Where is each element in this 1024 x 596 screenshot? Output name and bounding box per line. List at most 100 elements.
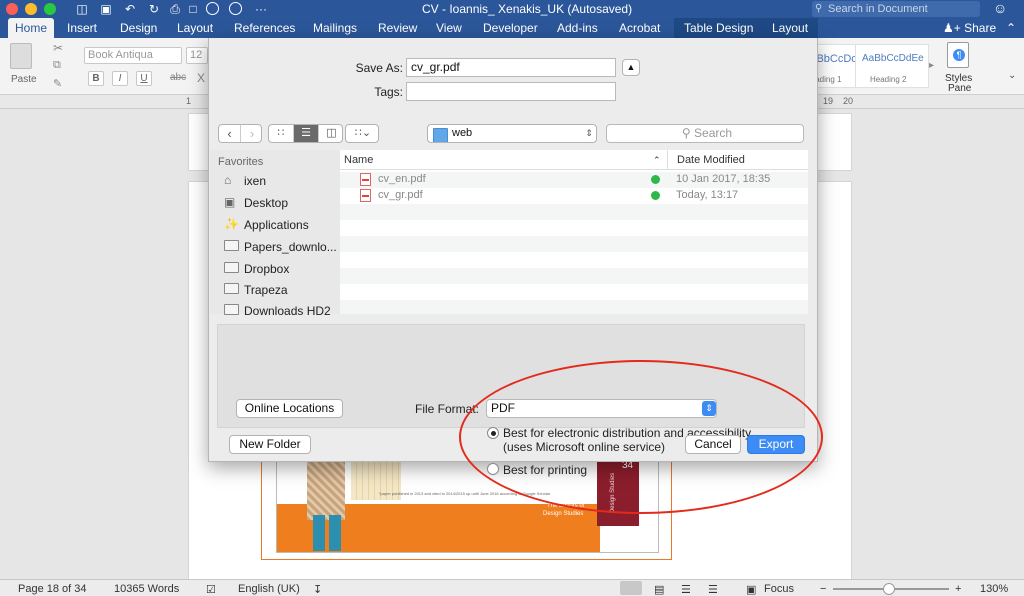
sidebar-toggle-icon[interactable]: ◫ bbox=[75, 2, 89, 16]
close-window-icon[interactable] bbox=[6, 3, 18, 15]
home-icon: ⌂ bbox=[224, 173, 232, 187]
sidebar-item-label: Applications bbox=[244, 218, 309, 232]
nav-back-forward: ‹ › bbox=[218, 124, 262, 143]
bold-button[interactable]: B bbox=[88, 71, 104, 86]
save-icon[interactable]: ▣ bbox=[99, 2, 113, 16]
sidebar-item-papers[interactable]: Papers_downlo... bbox=[224, 238, 337, 256]
list-view-icon[interactable]: ☰ bbox=[294, 125, 319, 142]
tab-table-design[interactable]: Table Design bbox=[674, 18, 764, 38]
print-icon[interactable]: ⎙ bbox=[168, 2, 182, 16]
more-icon[interactable]: ··· bbox=[254, 2, 268, 16]
sidebar-item-desktop[interactable]: ▣ Desktop bbox=[224, 194, 288, 212]
sidebar-item-label: Downloads HD2 bbox=[244, 304, 331, 318]
tab-layout[interactable]: Layout bbox=[177, 18, 213, 38]
pdf-file-icon bbox=[360, 189, 371, 202]
sidebar-item-dropbox[interactable]: Dropbox bbox=[224, 260, 289, 278]
minimize-window-icon[interactable] bbox=[25, 3, 37, 15]
file-date: Today, 13:17 bbox=[676, 189, 739, 201]
location-popup[interactable]: web ⇕ bbox=[427, 124, 597, 143]
share-button[interactable]: ♟+ Share bbox=[943, 18, 996, 38]
ui-icon[interactable]: □ bbox=[186, 2, 200, 16]
tab-mailings[interactable]: Mailings bbox=[313, 18, 357, 38]
proofing-icon[interactable]: ☑ bbox=[206, 583, 216, 596]
tab-home[interactable]: Home bbox=[8, 18, 55, 38]
ruler-marker: 1 bbox=[186, 96, 192, 106]
outline-icon[interactable]: ☰ bbox=[681, 583, 691, 596]
undo-icon[interactable]: ↶ bbox=[123, 2, 137, 16]
underline-button[interactable]: U bbox=[136, 71, 152, 86]
web-layout-icon[interactable]: ▤ bbox=[654, 583, 664, 596]
draft-icon[interactable]: ☰ bbox=[708, 583, 718, 596]
icon-view-icon[interactable]: ∷ bbox=[269, 125, 294, 142]
copy-icon[interactable]: ⧉ bbox=[53, 59, 61, 72]
online-locations-button[interactable]: Online Locations bbox=[236, 399, 343, 418]
tab-developer[interactable]: Developer bbox=[483, 18, 538, 38]
page-count[interactable]: Page 18 of 34 bbox=[18, 583, 87, 595]
styles-pane-icon[interactable]: ¶ bbox=[947, 42, 969, 68]
redo-icon[interactable]: ↻ bbox=[147, 2, 161, 16]
style-heading-2-name: Heading 2 bbox=[870, 75, 907, 84]
zoom-level[interactable]: 130% bbox=[980, 583, 1008, 595]
circle-icon[interactable] bbox=[206, 2, 219, 15]
styles-more-icon[interactable]: ▸ bbox=[929, 60, 934, 71]
search-field[interactable]: ⚲ Search bbox=[606, 124, 804, 143]
synced-check-icon bbox=[651, 175, 660, 184]
font-size-field[interactable]: 12 bbox=[186, 47, 208, 64]
synced-check-icon bbox=[651, 191, 660, 200]
save-as-input[interactable]: cv_gr.pdf bbox=[406, 58, 616, 77]
group-by-button[interactable]: ∷⌄ bbox=[345, 124, 379, 143]
ribbon-expand-icon[interactable]: ⌄ bbox=[1008, 70, 1016, 81]
sidebar-item-applications[interactable]: ✨ Applications bbox=[224, 216, 309, 234]
tab-table-layout[interactable]: Layout bbox=[762, 18, 819, 38]
tab-add-ins[interactable]: Add-ins bbox=[557, 18, 598, 38]
sidebar-item-label: Trapeza bbox=[244, 283, 288, 297]
word-count[interactable]: 10365 Words bbox=[114, 583, 179, 595]
style-heading-2[interactable]: AaBbCcDdEe Heading 2 bbox=[855, 44, 929, 88]
font-name-field[interactable]: Book Antiqua bbox=[84, 47, 182, 64]
column-view-icon[interactable]: ◫ bbox=[319, 125, 342, 142]
sidebar-item-ixen[interactable]: ⌂ ixen bbox=[224, 172, 266, 190]
column-header-date[interactable]: Date Modified bbox=[667, 150, 808, 170]
smiley-icon[interactable]: ☺ bbox=[993, 0, 1007, 16]
search-document-input[interactable]: ⚲ Search in Document bbox=[812, 1, 980, 17]
tab-references[interactable]: References bbox=[234, 18, 295, 38]
circle-icon[interactable] bbox=[229, 2, 242, 15]
zoom-window-icon[interactable] bbox=[44, 3, 56, 15]
tab-review[interactable]: Review bbox=[378, 18, 417, 38]
language-label[interactable]: English (UK) bbox=[238, 583, 300, 595]
styles-pane-label-2: Pane bbox=[948, 83, 972, 94]
sidebar-header: Favorites bbox=[218, 156, 264, 168]
collapse-dialog-button[interactable]: ▲ bbox=[622, 59, 640, 76]
cut-icon[interactable]: ✂ bbox=[53, 41, 63, 55]
zoom-slider-thumb[interactable] bbox=[883, 583, 895, 595]
column-header-name-label: Name bbox=[344, 154, 374, 166]
forward-button[interactable]: › bbox=[241, 125, 261, 142]
file-date: 10 Jan 2017, 18:35 bbox=[676, 173, 771, 185]
format-painter-icon[interactable]: ✎ bbox=[53, 77, 62, 90]
tab-view[interactable]: View bbox=[436, 18, 462, 38]
paste-icon[interactable] bbox=[10, 43, 32, 69]
zoom-in-icon[interactable]: + bbox=[955, 583, 961, 595]
file-list: Name ⌃ Date Modified cv_en.pdf 10 Jan 20… bbox=[340, 150, 808, 314]
tab-design[interactable]: Design bbox=[120, 18, 157, 38]
file-row[interactable]: cv_en.pdf 10 Jan 2017, 18:35 bbox=[340, 172, 808, 188]
print-layout-icon[interactable] bbox=[620, 581, 642, 595]
sidebar-item-trapeza[interactable]: Trapeza bbox=[224, 281, 288, 299]
tab-acrobat[interactable]: Acrobat bbox=[619, 18, 660, 38]
new-folder-button[interactable]: New Folder bbox=[229, 435, 311, 454]
column-header-name[interactable]: Name ⌃ bbox=[340, 150, 667, 170]
strikethrough-button[interactable]: abc bbox=[170, 72, 186, 83]
sidebar-item-downloads-hd2[interactable]: Downloads HD2 bbox=[224, 302, 331, 320]
tab-insert[interactable]: Insert bbox=[67, 18, 97, 38]
focus-label[interactable]: Focus bbox=[764, 583, 794, 595]
subscript-icon[interactable]: X bbox=[197, 71, 205, 85]
italic-button[interactable]: I bbox=[112, 71, 128, 86]
file-row[interactable]: cv_gr.pdf Today, 13:17 bbox=[340, 188, 808, 204]
tags-input[interactable] bbox=[406, 82, 616, 101]
back-button[interactable]: ‹ bbox=[219, 125, 241, 142]
zoom-out-icon[interactable]: − bbox=[820, 583, 826, 595]
focus-icon[interactable]: ▣ bbox=[746, 583, 756, 596]
finder-sidebar: Favorites ⌂ ixen ▣ Desktop ✨ Applications P… bbox=[210, 150, 340, 318]
track-changes-icon[interactable]: ↧ bbox=[313, 583, 322, 596]
ribbon-collapse-icon[interactable]: ⌃ bbox=[1006, 18, 1016, 38]
